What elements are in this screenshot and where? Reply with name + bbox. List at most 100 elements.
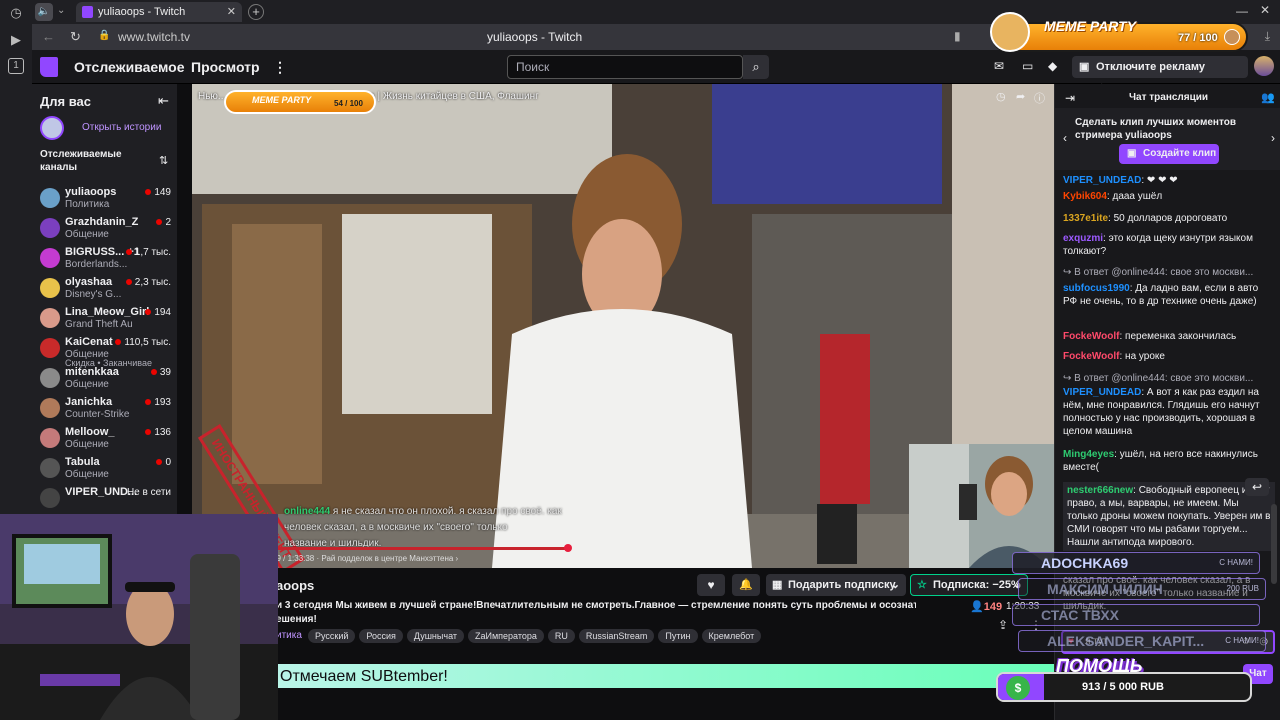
channel-category: Borderlands... [65, 259, 128, 270]
notification-bell-icon[interactable]: 🔔 [732, 574, 760, 596]
stream-tags: Русский Россия Душнычат ZаИмператора RU Russi… [308, 628, 765, 643]
reload-icon[interactable]: ↻ [70, 29, 81, 45]
channel-name[interactable]: aoops [276, 578, 314, 593]
sidebar-channel[interactable]: Lina_Meow_GirlGrand Theft Au... 194 [32, 304, 177, 334]
stories-avatar[interactable] [40, 116, 64, 140]
channel-viewers: 149 [145, 187, 171, 198]
sidebar-channel[interactable]: Melloow_ Общение 136 [32, 424, 177, 454]
stream-tag[interactable]: RU [547, 629, 575, 643]
reply-icon[interactable]: ↩ [1245, 478, 1269, 496]
twitch-logo-icon[interactable] [40, 57, 58, 77]
share-icon[interactable]: ⇪ [998, 618, 1008, 632]
channel-viewers: 2,3 тыс. [125, 277, 171, 288]
donor-name: ALEKSANDER_KAPIT... [1047, 633, 1205, 649]
donor-overlay: ADOCHKA69 С НАМИ! МАКСИМ ЧИЛИН 200 RUB СТАС … [1012, 552, 1266, 652]
chat-username[interactable]: exquzmi [1063, 233, 1103, 244]
chat-username[interactable]: Kybik604 [1063, 191, 1107, 202]
chat-username[interactable]: 1337e1ite [1063, 213, 1108, 224]
webcam-frame [0, 514, 278, 720]
chat-message: Kybik604: дааа ушёл [1063, 190, 1275, 203]
sidebar-channel[interactable]: mitenkkaa Общение 39 [32, 364, 177, 394]
sidebar-channel[interactable]: BIGRUSS... +1 Borderlands... 1,7 тыс. [32, 244, 177, 274]
stream-tag[interactable]: Путин [658, 629, 698, 643]
collapse-chat-icon[interactable]: ⇥ [1065, 91, 1075, 105]
crown-icon[interactable]: ◆ [1048, 59, 1057, 73]
create-clip-button[interactable]: ▣ Создайте клип [1119, 144, 1219, 164]
minimize-icon[interactable]: — [1236, 4, 1248, 18]
follow-heart-icon[interactable]: ♥ [697, 574, 725, 596]
viewer-count-value: 149 [983, 601, 1003, 613]
clock-icon[interactable]: ◷ [996, 90, 1006, 103]
chevron-right-icon[interactable]: › [1271, 131, 1275, 145]
new-tab-button[interactable]: + [248, 4, 264, 20]
sidebar-channel[interactable]: Janichka Counter-Strike 193 [32, 394, 177, 424]
history-icon[interactable]: ◷ [8, 5, 24, 21]
stream-info: aoops и 3 сегодня Мы живем в лучшей стра… [192, 568, 1054, 664]
bookmark-icon[interactable]: ▮ [954, 29, 961, 43]
chat-username[interactable]: VIPER_UNDEAD [1063, 175, 1141, 186]
whispers-icon[interactable]: ▭ [1022, 59, 1033, 73]
chat-username[interactable]: Ming4eyes [1063, 449, 1114, 460]
download-icon[interactable]: ⤓ [1265, 29, 1270, 44]
live-dot-icon [145, 189, 152, 195]
info-icon[interactable]: ⓘ [1034, 90, 1045, 106]
viewer-count-value: 193 [154, 397, 171, 408]
channel-name: yuliaoops [65, 186, 117, 198]
subscribe-button[interactable]: ☆ Подписка: −25% ⌄ [910, 574, 1028, 596]
window-close-icon[interactable]: ✕ [1260, 3, 1270, 17]
avatar[interactable] [1254, 56, 1274, 76]
workspace-icon[interactable]: 1 [8, 58, 24, 74]
sidebar-channel[interactable]: yuliaoops Политика 149 [32, 184, 177, 214]
sort-icon[interactable]: ⇅ [159, 154, 168, 167]
player-icon[interactable]: ▶ [8, 32, 24, 48]
collapse-sidebar-icon[interactable]: ⇤ [158, 93, 169, 109]
back-icon[interactable]: ← [42, 29, 55, 44]
sidebar-channel[interactable]: Tabula Общение 0 [32, 454, 177, 484]
sidebar-channel[interactable]: VIPER_UND... Не в сети [32, 484, 177, 514]
donor-tag: С НАМИ! [1225, 636, 1259, 645]
share-icon[interactable]: ➦ [1016, 90, 1025, 103]
more-icon[interactable]: ⋮ [273, 59, 287, 76]
channel-promo: Скидка • Заканчивае [65, 358, 152, 368]
chevron-down-icon[interactable]: ⌄ [57, 5, 65, 16]
stream-tag[interactable]: Кремлебот [701, 629, 762, 643]
video-player[interactable]: Нью... бизнес, казино и китайская еда | … [192, 84, 1054, 568]
sound-icon[interactable]: 🔈 [35, 3, 53, 21]
search-icon[interactable]: ⌕ [743, 55, 769, 79]
stream-tag[interactable]: Душнычат [406, 629, 464, 643]
close-icon[interactable]: ✕ [227, 2, 236, 22]
channel-viewers: 110,5 тыс. [115, 337, 171, 348]
chevron-left-icon[interactable]: ‹ [1063, 131, 1067, 145]
open-stories-link[interactable]: Открыть истории [82, 122, 161, 133]
url-field[interactable]: www.twitch.tv [118, 30, 190, 44]
stream-tag[interactable]: Русский [308, 629, 356, 643]
browser-tab[interactable]: yuliaoops - Twitch ✕ [76, 2, 242, 22]
sidebar-channel[interactable]: Grazhdanin_Z Общение 2 [32, 214, 177, 244]
clip-prompt-box: ‹ Сделать клип лучших моментов стримера … [1055, 108, 1280, 170]
chat-header: Чат трансляции [1129, 92, 1209, 103]
nav-browse[interactable]: Просмотр [191, 59, 260, 75]
stream-category[interactable]: итика [276, 630, 302, 641]
users-icon[interactable]: 👥 [1261, 91, 1275, 104]
chat-username[interactable]: nester666new [1067, 485, 1133, 496]
channel-viewers: 39 [150, 367, 171, 378]
chat-scrollbar[interactable] [1271, 504, 1277, 584]
sidebar-channel[interactable]: olyashaa Disney's G... 2,3 тыс. [32, 274, 177, 304]
chat-username[interactable]: VIPER_UNDEAD [1063, 387, 1141, 398]
inbox-icon[interactable]: ✉ [994, 59, 1004, 73]
nav-following[interactable]: Отслеживаемое [74, 59, 185, 75]
seek-handle[interactable] [564, 544, 572, 552]
search-input[interactable]: Поиск [507, 55, 743, 79]
gift-sub-button[interactable]: ▦ Подарить подписку ⌄ [766, 574, 906, 596]
chat-text: : дааа ушёл [1106, 191, 1163, 202]
streamer-pip [909, 444, 1054, 568]
stream-tag[interactable]: Россия [359, 629, 403, 643]
chat-username[interactable]: subfocus1990 [1063, 283, 1130, 294]
ad-free-button[interactable]: ▣ Отключите рекламу бесплатно [1072, 56, 1248, 95]
stream-tag[interactable]: RussianStream [578, 629, 655, 643]
subtember-banner[interactable]: Отмечаем SUBtember! [278, 664, 1054, 688]
chat-username[interactable]: FockeWoolf [1063, 351, 1119, 362]
clip-icon: ▣ [1127, 148, 1137, 159]
chat-username[interactable]: FockeWoolf [1063, 331, 1119, 342]
stream-tag[interactable]: ZаИмператора [468, 629, 544, 643]
